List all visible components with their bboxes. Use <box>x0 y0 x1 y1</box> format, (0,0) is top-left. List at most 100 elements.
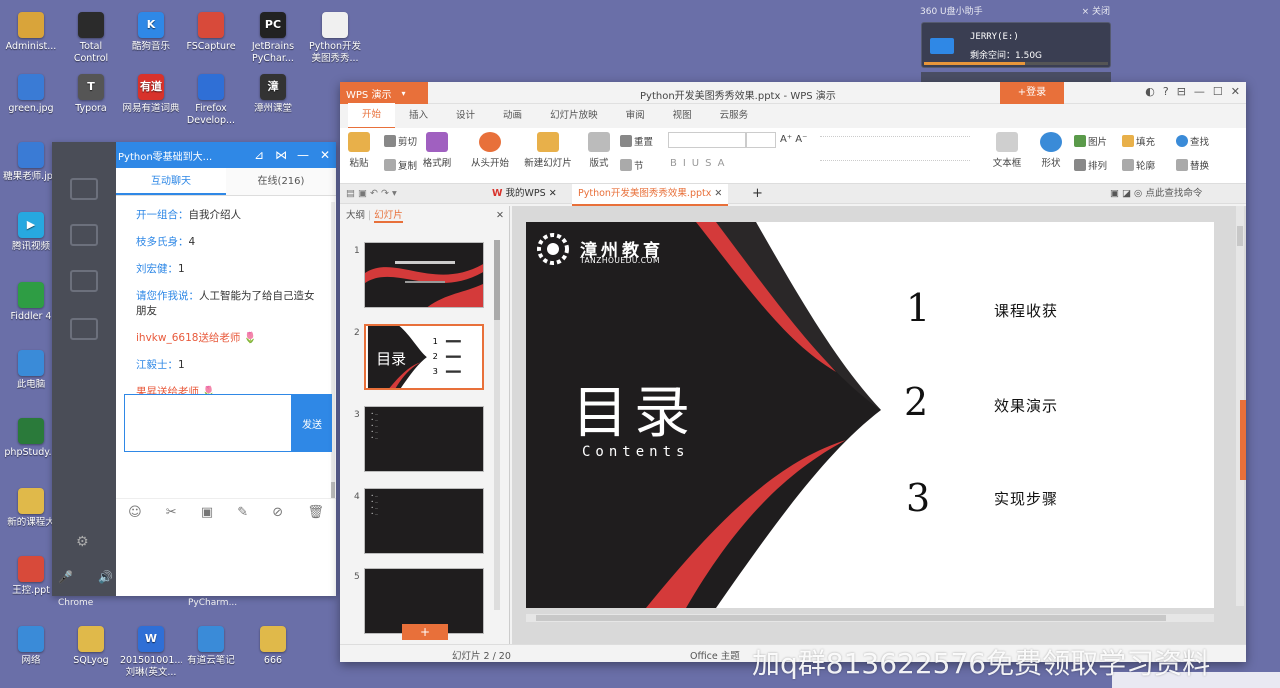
tab-outline[interactable]: 大纲 <box>346 210 365 221</box>
slide-thumbnail-2[interactable]: 目录 1 2 3 <box>364 324 484 390</box>
desktop-icon-jetbrains-pycharm[interactable]: PC JetBrains PyChar... <box>242 12 304 65</box>
image-icon[interactable]: ▣ <box>201 505 213 520</box>
ribbon-tab-0[interactable]: 开始 <box>348 103 396 129</box>
chat-message-author[interactable]: ihvkw_6618 <box>136 332 198 344</box>
ribbon-tab-1[interactable]: 插入 <box>395 104 442 128</box>
login-button[interactable]: +登录 <box>1000 82 1064 104</box>
ribbon-tab-5[interactable]: 审阅 <box>612 104 659 128</box>
desktop-icon-green-jpg[interactable]: green.jpg <box>0 74 62 115</box>
trash-icon[interactable]: 🗑 <box>307 505 324 520</box>
copy-button[interactable]: 复制 <box>384 158 417 172</box>
scissors-icon[interactable]: ✂ <box>166 505 177 520</box>
panel-scrollbar[interactable] <box>494 240 500 610</box>
desktop-icon-network[interactable]: 网络 <box>0 626 62 667</box>
paragraph-row-1[interactable] <box>820 136 970 146</box>
tab-online[interactable]: 在线(216) <box>226 168 336 195</box>
slide-thumbnail-1[interactable] <box>364 242 484 308</box>
add-slide-button[interactable]: + <box>402 624 448 640</box>
block-icon[interactable]: ⊘ <box>272 505 283 520</box>
replace-button[interactable]: 替换 <box>1176 158 1209 172</box>
desktop-icon-kugou[interactable]: K 酷狗音乐 <box>120 12 182 53</box>
whiteboard-icon[interactable] <box>70 270 98 292</box>
desktop-icon-administrator[interactable]: Administ... <box>0 12 62 53</box>
cut-button[interactable]: 剪切 <box>384 134 417 148</box>
desktop-icon-python-folder[interactable]: Python开发 美图秀秀... <box>304 12 366 65</box>
chat-message-author[interactable]: 刘宏健： <box>136 263 178 275</box>
fill-button[interactable]: 填充 <box>1122 134 1155 148</box>
arrange-button[interactable]: 排列 <box>1074 158 1107 172</box>
tab-current-document[interactable]: Python开发美图秀秀效果.pptx ✕ <box>572 184 729 206</box>
desktop-icon-typora[interactable]: T Typora <box>60 74 122 115</box>
screen-share-icon[interactable] <box>70 178 98 200</box>
font-grow-icon[interactable]: A⁺ A⁻ <box>780 134 807 145</box>
reset-button[interactable]: 重置 <box>620 134 653 148</box>
close-icon[interactable]: ✕ <box>1231 85 1240 98</box>
format-painter-button[interactable]: 格式刷 <box>422 132 452 169</box>
restore-icon[interactable]: ⊟ <box>1177 85 1186 98</box>
wps-app-menu-button[interactable]: WPS 演示 ▾ <box>340 82 428 104</box>
desktop-icon-firefox[interactable]: Firefox Develop... <box>180 74 242 127</box>
font-name-select[interactable] <box>668 132 746 148</box>
current-slide[interactable]: 漳州教育 TANZHOUEDU.COM 目录 Contents 1 课程收获 2… <box>526 222 1214 608</box>
chat-message-author[interactable]: 开一组合： <box>136 209 189 221</box>
slide-thumbnail-3[interactable]: • ... • ... • ... • ... • ... <box>364 406 484 472</box>
microphone-icon[interactable]: 🎤 <box>58 570 73 584</box>
slide-thumbnail-4[interactable]: • ... • ... • ... • ... <box>364 488 484 554</box>
layout-button[interactable]: 版式 <box>584 132 614 169</box>
tab-slides[interactable]: 幻灯片 <box>374 210 403 223</box>
picture-button[interactable]: 图片 <box>1074 134 1107 148</box>
new-tab-button[interactable]: + <box>752 184 763 204</box>
desktop-icon-total-control[interactable]: Total Control <box>60 12 122 65</box>
chat-input[interactable] <box>124 394 292 452</box>
hand-icon[interactable] <box>70 224 98 246</box>
font-style-buttons[interactable]: BIUSA <box>670 158 731 169</box>
paragraph-row-2[interactable] <box>820 160 970 170</box>
maximize-icon[interactable]: ☐ <box>1213 85 1223 98</box>
edit-icon[interactable]: ✎ <box>237 505 248 520</box>
from-start-button[interactable]: 从头开始 <box>466 132 514 169</box>
desktop-icon-youdao-note[interactable]: 有道云笔记 <box>180 626 242 667</box>
settings-icon[interactable]: ⚙ <box>76 534 89 550</box>
pin-icon[interactable]: ⊿ <box>248 148 270 162</box>
camera-icon[interactable] <box>70 318 98 340</box>
ribbon-tab-4[interactable]: 幻灯片放映 <box>536 104 612 128</box>
slide-horizontal-scrollbar[interactable] <box>526 614 1214 622</box>
new-slide-button[interactable]: 新建幻灯片 <box>520 132 576 169</box>
tab-chat[interactable]: 互动聊天 <box>116 168 226 195</box>
textbox-button[interactable]: 文本框 <box>990 132 1024 169</box>
ribbon-tab-2[interactable]: 设计 <box>442 104 489 128</box>
chat-message-author[interactable]: 江毅士： <box>136 359 178 371</box>
tab-my-wps[interactable]: W 我的WPS ✕ <box>492 184 557 204</box>
ribbon-tab-7[interactable]: 云服务 <box>706 104 763 128</box>
desktop-icon-sqlyog[interactable]: SQLyog <box>60 626 122 667</box>
emoji-icon[interactable]: ☺ <box>128 505 142 520</box>
speaker-icon[interactable]: 🔊 <box>98 570 113 584</box>
find-button[interactable]: 查找 <box>1176 134 1209 148</box>
outline-button[interactable]: 轮廓 <box>1122 158 1155 172</box>
paste-button[interactable]: 粘贴 <box>346 132 372 169</box>
close-icon[interactable]: ✕ <box>314 148 336 162</box>
ribbon-tab-3[interactable]: 动画 <box>489 104 536 128</box>
skin-icon[interactable]: ◐ <box>1145 85 1155 98</box>
shape-button[interactable]: 形状 <box>1034 132 1068 169</box>
font-size-select[interactable] <box>746 132 776 148</box>
quick-access-toolbar[interactable]: ▤ ▣ ↶ ↷ ▾ <box>346 184 397 204</box>
desktop-icon-fscapture[interactable]: FSCapture <box>180 12 242 53</box>
minimize-icon[interactable]: — <box>292 148 314 162</box>
ribbon-tab-6[interactable]: 视图 <box>659 104 706 128</box>
section-button[interactable]: 节 <box>620 158 644 172</box>
desktop-icon-folder-666[interactable]: 666 <box>242 626 304 667</box>
desktop-icon-zhangzhou-classroom[interactable]: 漳漳州课堂 <box>242 74 304 115</box>
send-button[interactable]: 发送 <box>292 394 332 452</box>
minimize-icon[interactable]: — <box>1194 85 1205 98</box>
share-icon[interactable]: ⋈ <box>270 148 292 162</box>
desktop-icon-youdao-dict[interactable]: 有道 网易有道词典 <box>120 74 182 115</box>
chat-message-author[interactable]: 枝多氏身： <box>136 236 189 248</box>
desktop-icon-word-doc[interactable]: W 201501001... 刘琳(英文... <box>120 626 182 679</box>
usb-helper-close[interactable]: × 关闭 <box>1082 4 1110 17</box>
close-icon[interactable]: ✕ <box>496 206 504 226</box>
help-icon[interactable]: ? <box>1163 85 1169 98</box>
search-command[interactable]: ▣ ◪ ◎ 点此查找命令 <box>1110 184 1202 204</box>
usb-drive-card[interactable]: JERRY(E:) 剩余空间：1.50G <box>921 22 1111 68</box>
chat-message-author[interactable]: 请您作我说： <box>136 290 199 302</box>
